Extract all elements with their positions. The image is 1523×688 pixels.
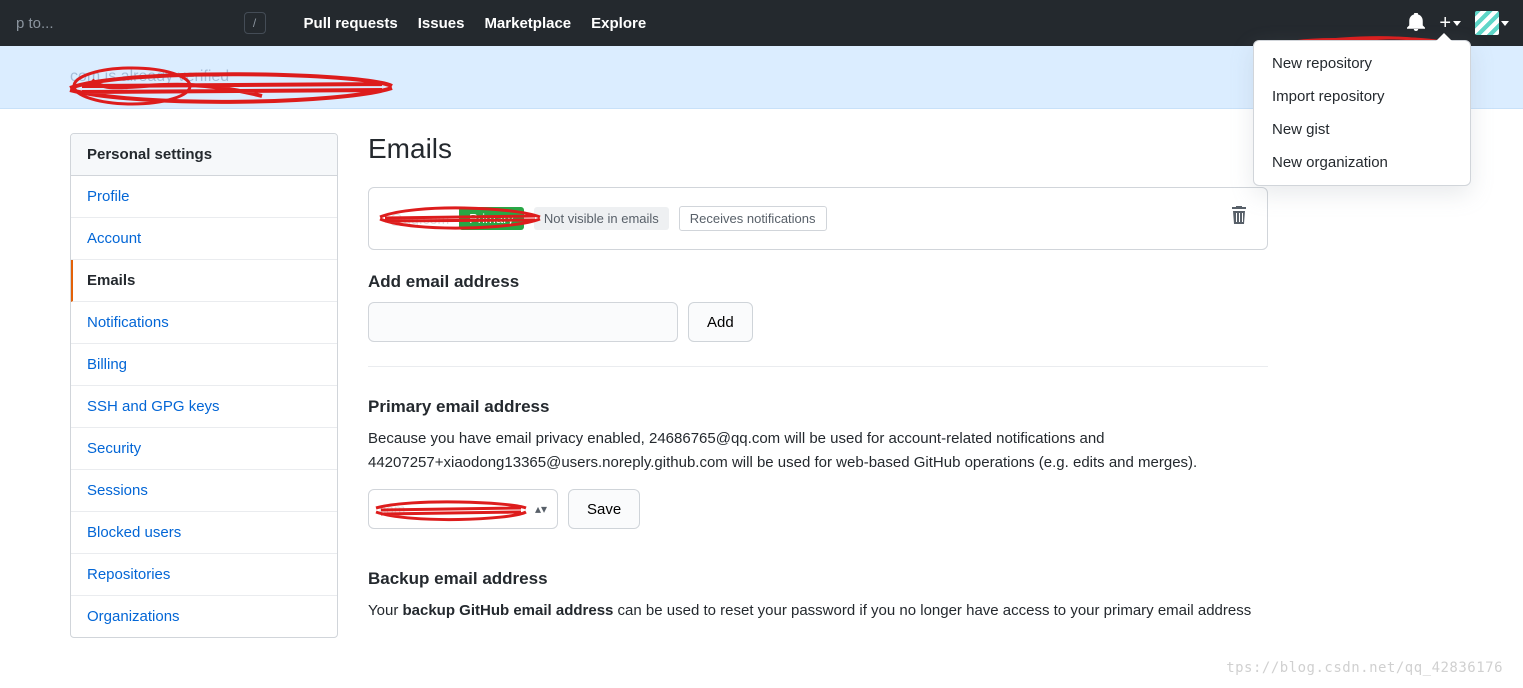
slash-shortcut: / — [244, 12, 266, 34]
page-title: Emails — [368, 133, 1268, 165]
dropdown-new-gist[interactable]: New gist — [1254, 113, 1470, 146]
add-email-heading: Add email address — [368, 272, 1268, 292]
add-email-input[interactable] — [368, 302, 678, 342]
backup-email-section: Backup email address Your backup GitHub … — [368, 569, 1268, 623]
settings-menu: Personal settings Profile Account Emails… — [70, 133, 338, 638]
dropdown-new-organization[interactable]: New organization — [1254, 146, 1470, 179]
search-hint: p to... — [16, 15, 54, 32]
add-email-form: Add — [368, 302, 1268, 367]
create-new-dropdown-trigger[interactable]: + — [1439, 13, 1461, 33]
avatar — [1475, 11, 1499, 35]
select-caret-icon: ▴▾ — [535, 502, 547, 516]
primary-email-form: com ▴▾ Save — [368, 489, 1268, 529]
caret-down-icon — [1501, 21, 1509, 26]
save-primary-email-button[interactable]: Save — [568, 489, 640, 529]
sidebar-item-billing[interactable]: Billing — [71, 344, 337, 386]
add-email-button[interactable]: Add — [688, 302, 753, 342]
primary-email-select[interactable]: com ▴▾ — [368, 489, 558, 529]
notifications-icon[interactable] — [1407, 13, 1425, 34]
dropdown-new-repository[interactable]: New repository — [1254, 47, 1470, 80]
top-nav: Pull requests Issues Marketplace Explore — [304, 15, 647, 32]
caret-down-icon — [1453, 21, 1461, 26]
plus-icon: + — [1439, 13, 1451, 33]
primary-email-description: Because you have email privacy enabled, … — [368, 427, 1268, 475]
top-header: p to... / Pull requests Issues Marketpla… — [0, 0, 1523, 46]
sidebar-item-ssh-gpg-keys[interactable]: SSH and GPG keys — [71, 386, 337, 428]
sidebar-item-repositories[interactable]: Repositories — [71, 554, 337, 596]
badge-receives-notifications: Receives notifications — [679, 206, 827, 231]
sidebar-item-profile[interactable]: Profile — [71, 176, 337, 218]
nav-marketplace[interactable]: Marketplace — [484, 15, 571, 32]
search-area[interactable]: p to... / — [16, 12, 266, 34]
sidebar-item-account[interactable]: Account — [71, 218, 337, 260]
sidebar-item-notifications[interactable]: Notifications — [71, 302, 337, 344]
main-content: Emails @qq.com Primary Not visible in em… — [368, 133, 1268, 638]
watermark: tps://blog.csdn.net/qq_42836176 — [1226, 660, 1503, 676]
sidebar-item-emails: Emails — [71, 260, 337, 302]
email-list-item: @qq.com Primary Not visible in emails Re… — [368, 187, 1268, 250]
content-container: Personal settings Profile Account Emails… — [0, 109, 1523, 638]
dropdown-import-repository[interactable]: Import repository — [1254, 80, 1470, 113]
sidebar-item-blocked-users[interactable]: Blocked users — [71, 512, 337, 554]
email-address-redacted: @qq.com — [389, 211, 449, 227]
badge-primary: Primary — [459, 207, 524, 230]
sidebar-item-security[interactable]: Security — [71, 428, 337, 470]
nav-explore[interactable]: Explore — [591, 15, 646, 32]
primary-email-heading: Primary email address — [368, 397, 1268, 417]
create-new-dropdown: New repository Import repository New gis… — [1253, 40, 1471, 186]
sidebar-item-sessions[interactable]: Sessions — [71, 470, 337, 512]
settings-sidebar: Personal settings Profile Account Emails… — [70, 133, 338, 638]
select-value: com — [379, 501, 405, 517]
user-menu-trigger[interactable] — [1475, 11, 1509, 35]
sidebar-item-organizations[interactable]: Organizations — [71, 596, 337, 637]
nav-issues[interactable]: Issues — [418, 15, 465, 32]
backup-email-description: Your backup GitHub email address can be … — [368, 599, 1268, 623]
delete-email-icon[interactable] — [1231, 206, 1247, 227]
backup-email-heading: Backup email address — [368, 569, 1268, 589]
nav-pull-requests[interactable]: Pull requests — [304, 15, 398, 32]
settings-menu-heading: Personal settings — [71, 134, 337, 176]
flash-text: com is already verified — [70, 68, 229, 85]
badge-not-visible: Not visible in emails — [534, 207, 669, 230]
